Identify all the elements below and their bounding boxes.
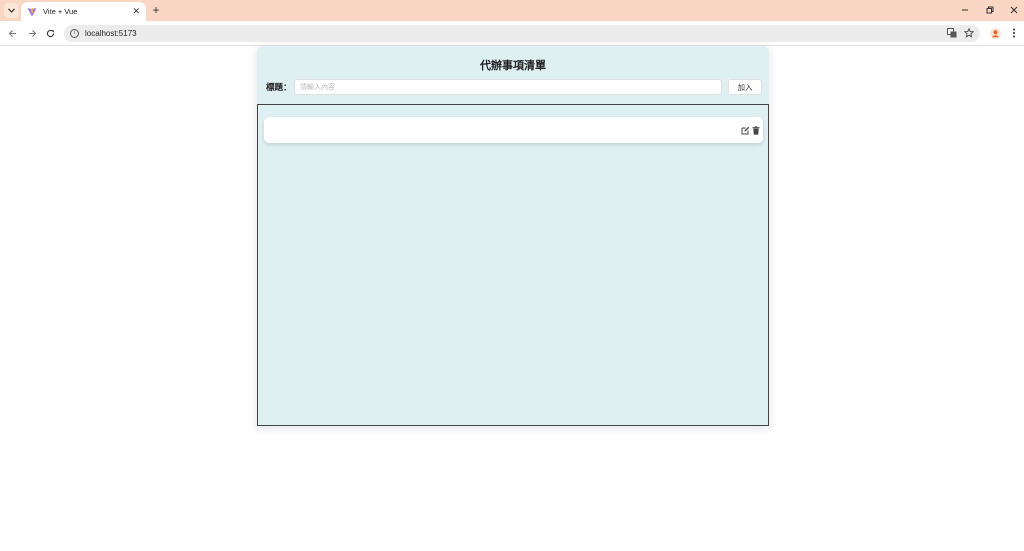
browser-toolbar: i localhost:5173 (0, 21, 1024, 46)
chevron-down-icon (7, 8, 15, 13)
add-button[interactable]: 加入 (728, 79, 762, 95)
restore-icon[interactable] (984, 4, 996, 16)
vite-logo-icon (27, 7, 37, 16)
minimize-icon[interactable] (959, 4, 971, 16)
title-label: 標題： (266, 82, 292, 92)
tab-title: Vite + Vue (43, 7, 78, 16)
back-arrow-icon[interactable] (6, 27, 18, 39)
todo-list (257, 104, 769, 426)
forward-arrow-icon[interactable] (26, 27, 38, 39)
list-item (264, 117, 763, 143)
page-title: 代辦事項清單 (480, 60, 546, 72)
add-todo-form: 標題： 加入 (266, 79, 762, 95)
bookmark-star-icon[interactable] (963, 27, 975, 39)
reload-icon[interactable] (44, 27, 56, 39)
profile-avatar-icon[interactable] (989, 27, 1001, 39)
site-info-icon[interactable]: i (70, 29, 79, 38)
menu-kebab-icon[interactable] (1008, 27, 1020, 39)
title-input[interactable] (294, 79, 722, 95)
trash-icon[interactable] (751, 125, 761, 135)
tab-close-icon[interactable]: ✕ (132, 7, 140, 16)
close-window-icon[interactable] (1008, 4, 1020, 16)
todo-app-card: 代辦事項清單 標題： 加入 (257, 46, 769, 426)
browser-tab-strip: Vite + Vue ✕ + (0, 0, 1024, 21)
translate-icon[interactable] (946, 27, 958, 39)
tab-search-button[interactable] (4, 3, 18, 18)
address-bar[interactable]: i localhost:5173 (64, 25, 980, 42)
new-tab-button[interactable]: + (150, 4, 162, 16)
browser-tab[interactable]: Vite + Vue ✕ (21, 2, 146, 21)
edit-icon[interactable] (740, 125, 750, 135)
url-text: localhost:5173 (85, 29, 137, 38)
